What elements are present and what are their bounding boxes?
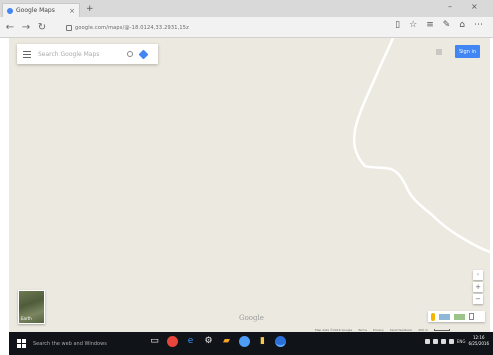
browser-nav-bar: ← → ↻ google.com/maps/@-18.0124,33.2931,… bbox=[0, 17, 493, 38]
my-location-icon[interactable]: ◦ bbox=[473, 270, 483, 280]
info-icon[interactable] bbox=[469, 313, 474, 320]
system-tray: ENG 12:16 6/25/2016 bbox=[424, 335, 489, 347]
back-icon[interactable]: ← bbox=[2, 22, 18, 33]
clock[interactable]: 12:16 6/25/2016 bbox=[468, 335, 489, 347]
tab-close-icon[interactable]: × bbox=[69, 7, 75, 15]
address-bar[interactable]: google.com/maps/@-18.0124,33.2931,15z bbox=[66, 21, 386, 34]
search-icon[interactable] bbox=[127, 51, 133, 57]
folder-icon[interactable]: ▮ bbox=[257, 336, 268, 347]
language-indicator[interactable]: ENG bbox=[457, 339, 466, 344]
apps-grid-icon[interactable] bbox=[436, 49, 442, 55]
taskbar-search[interactable]: Search the web and Windows bbox=[33, 341, 153, 347]
taskbar-apps: ▭ e ⚙ ▰ ▮ bbox=[149, 336, 286, 347]
chrome-icon[interactable] bbox=[167, 336, 178, 347]
web-note-icon[interactable]: ✎ bbox=[443, 20, 451, 30]
earth-label: Earth bbox=[21, 316, 32, 321]
scale-bar bbox=[433, 328, 450, 331]
zoom-in-button[interactable]: + bbox=[473, 282, 483, 292]
reading-view-icon[interactable]: ▯ bbox=[395, 20, 400, 30]
browser-tab-strip: Google Maps × + – × bbox=[0, 0, 493, 17]
zoom-controls: ◦ + − bbox=[473, 270, 485, 304]
search-box bbox=[17, 44, 158, 64]
google-logo: Google bbox=[239, 314, 264, 322]
browser-tab[interactable]: Google Maps × bbox=[2, 3, 80, 17]
menu-icon[interactable] bbox=[23, 50, 31, 58]
close-window-icon[interactable]: × bbox=[471, 2, 478, 11]
volume-icon[interactable] bbox=[440, 338, 446, 344]
tray-chevron-icon[interactable] bbox=[424, 338, 430, 344]
minimize-icon[interactable]: – bbox=[448, 2, 452, 11]
share-icon[interactable]: ⌂ bbox=[459, 20, 465, 30]
file-explorer-icon[interactable]: ▰ bbox=[221, 336, 232, 347]
windows-start-icon[interactable] bbox=[13, 336, 29, 352]
traffic-layer-icon[interactable] bbox=[439, 313, 450, 320]
url-text: google.com/maps/@-18.0124,33.2931,15z bbox=[75, 24, 190, 31]
forward-icon[interactable]: → bbox=[18, 22, 34, 33]
terrain-layer-icon[interactable] bbox=[454, 313, 465, 320]
terms-link[interactable]: Terms bbox=[358, 328, 367, 332]
tab-title: Google Maps bbox=[16, 7, 55, 14]
more-icon[interactable]: ⋯ bbox=[474, 20, 483, 30]
privacy-link[interactable]: Privacy bbox=[373, 328, 384, 332]
new-tab-button[interactable]: + bbox=[86, 3, 94, 15]
zoom-out-button[interactable]: − bbox=[473, 294, 483, 304]
directions-icon[interactable] bbox=[138, 49, 149, 59]
page-icon bbox=[66, 24, 72, 31]
store-icon[interactable] bbox=[239, 336, 250, 347]
network-icon[interactable] bbox=[432, 338, 438, 344]
clock-date: 6/25/2016 bbox=[468, 341, 489, 346]
edge-icon[interactable]: e bbox=[185, 336, 196, 347]
scale-label: 200 m bbox=[418, 327, 428, 332]
task-view-icon[interactable]: ▭ bbox=[149, 336, 160, 347]
map-canvas[interactable]: Sign in Earth Google ◦ + − Map data ©201… bbox=[9, 38, 490, 332]
settings-gear-icon[interactable]: ⚙ bbox=[203, 336, 214, 347]
favorite-star-icon[interactable]: ☆ bbox=[409, 20, 417, 30]
pegman-icon[interactable] bbox=[431, 312, 435, 321]
sign-in-button[interactable]: Sign in bbox=[455, 45, 480, 58]
feedback-link[interactable]: Send feedback bbox=[390, 328, 412, 332]
map-data-credit: Map data ©2016 Google bbox=[315, 327, 353, 332]
edge-active-icon[interactable] bbox=[275, 336, 286, 347]
windows-taskbar: Search the web and Windows ▭ e ⚙ ▰ ▮ ENG… bbox=[9, 332, 493, 355]
battery-icon[interactable] bbox=[448, 338, 454, 344]
maps-favicon-icon bbox=[7, 7, 13, 14]
earth-view-toggle[interactable]: Earth bbox=[18, 290, 45, 324]
search-input[interactable] bbox=[38, 50, 120, 58]
hub-icon[interactable]: ≡ bbox=[426, 20, 434, 30]
browser-toolbar-icons: ▯ ☆ ≡ ✎ ⌂ ⋯ bbox=[395, 20, 483, 30]
map-bottom-tools bbox=[428, 311, 485, 322]
refresh-icon[interactable]: ↻ bbox=[34, 22, 50, 33]
road-line bbox=[352, 38, 490, 254]
